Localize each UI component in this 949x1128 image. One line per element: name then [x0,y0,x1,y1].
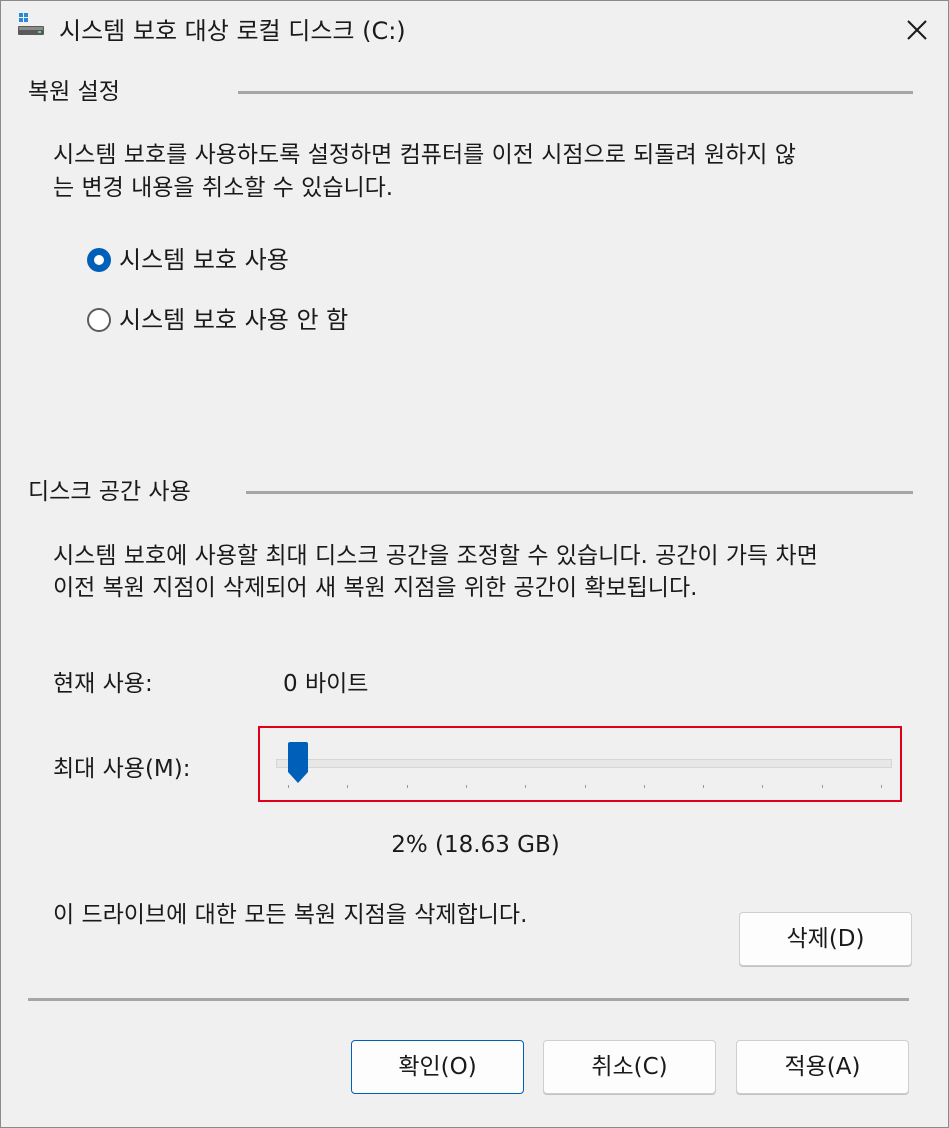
current-usage-value: 0 바이트 [283,671,369,697]
restore-settings-header: 복원 설정 [28,79,120,105]
max-usage-label: 최대 사용(M): [53,756,191,782]
slider-tick [466,785,467,788]
footer-divider [28,998,909,1001]
radio-button-unchecked[interactable] [87,308,111,332]
restore-settings-divider [238,91,913,94]
close-icon [907,20,927,40]
slider-tick [347,785,348,788]
delete-button[interactable]: 삭제(D) [739,912,912,966]
disk-description-line1: 시스템 보호에 사용할 최대 디스크 공간을 조정할 수 있습니다. 공간이 가… [53,543,818,569]
slider-tick [762,785,763,788]
disk-description-line2: 이전 복원 지점이 삭제되어 새 복원 지점을 위한 공간이 확보됩니다. [53,575,698,601]
slider-tick [881,785,882,788]
slider-tick [703,785,704,788]
window-title: 시스템 보호 대상 로컬 디스크 (C:) [59,17,406,45]
disk-space-header: 디스크 공간 사용 [28,479,191,505]
max-usage-slider-track[interactable] [276,759,892,768]
radio-enable-label: 시스템 보호 사용 [119,246,289,274]
restore-description-line1: 시스템 보호를 사용하도록 설정하면 컴퓨터를 이전 시점으로 되돌려 원하지 … [53,142,796,168]
max-usage-value: 2% (18.63 GB) [391,832,560,858]
delete-description: 이 드라이브에 대한 모든 복원 지점을 삭제합니다. [53,902,528,928]
restore-description-line2: 는 변경 내용을 취소할 수 있습니다. [53,175,394,201]
disk-space-divider [246,491,913,494]
ok-button[interactable]: 확인(O) [351,1040,524,1094]
apply-button[interactable]: 적용(A) [736,1040,909,1094]
radio-disable-label: 시스템 보호 사용 안 함 [119,306,349,334]
slider-tick [407,785,408,788]
slider-tick [822,785,823,788]
close-button[interactable] [886,1,948,59]
radio-disable-protection[interactable]: 시스템 보호 사용 안 함 [87,302,348,338]
slider-tick [525,785,526,788]
current-usage-label: 현재 사용: [53,671,153,697]
radio-button-checked[interactable] [87,248,111,272]
slider-tick [585,785,586,788]
title-bar[interactable]: 시스템 보호 대상 로컬 디스크 (C:) [1,1,948,61]
slider-tick [644,785,645,788]
system-protection-dialog: 시스템 보호 대상 로컬 디스크 (C:) 복원 설정 시스템 보호를 사용하도… [0,0,949,1128]
slider-tick [288,785,289,788]
drive-icon [18,13,44,35]
radio-enable-protection[interactable]: 시스템 보호 사용 [87,242,289,278]
max-usage-slider-thumb[interactable] [286,742,310,784]
cancel-button[interactable]: 취소(C) [543,1040,716,1094]
